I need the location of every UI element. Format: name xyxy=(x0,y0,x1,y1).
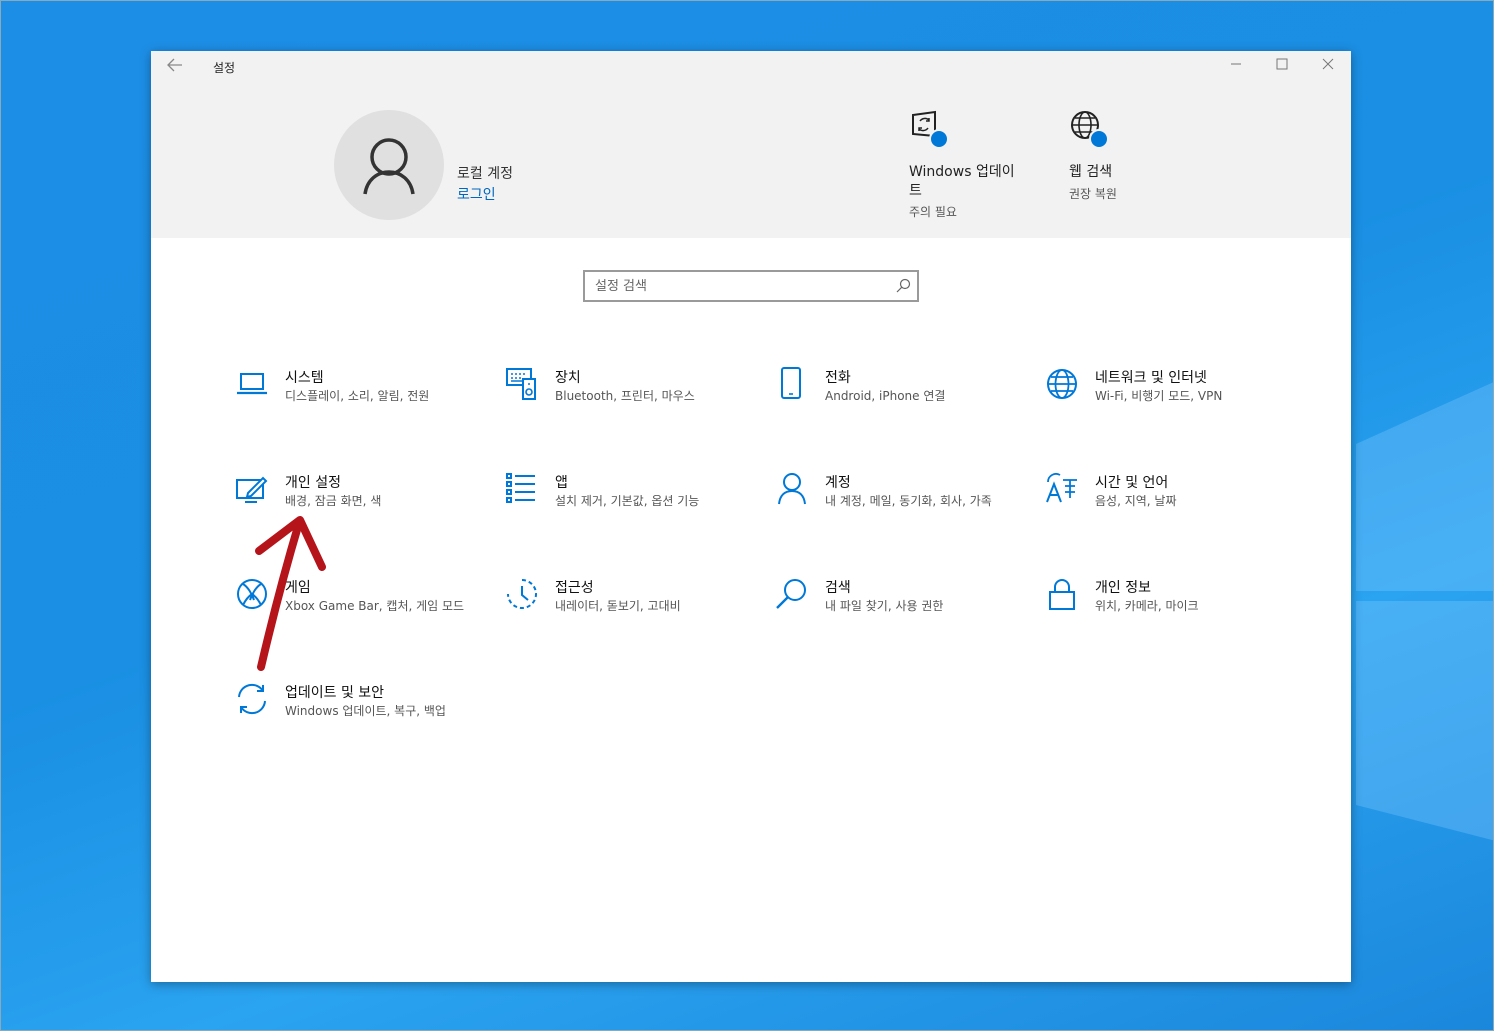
category-title: 전화 xyxy=(825,370,851,386)
category-gaming[interactable]: 게임 Xbox Game Bar, 캡처, 게임 모드 xyxy=(235,577,475,657)
windows-update-title: Windows 업데이트 xyxy=(909,164,1015,199)
category-desc: 내 계정, 메일, 동기화, 회사, 가족 xyxy=(825,494,992,508)
category-desc: 내레이터, 돋보기, 고대비 xyxy=(555,599,681,613)
category-title: 시스템 xyxy=(285,370,324,386)
language-icon xyxy=(1045,472,1079,506)
search-box xyxy=(583,270,919,302)
category-network[interactable]: 네트워크 및 인터넷 Wi-Fi, 비행기 모드, VPN xyxy=(1045,367,1285,447)
category-devices[interactable]: 장치 Bluetooth, 프린터, 마우스 xyxy=(505,367,745,447)
back-arrow-icon[interactable] xyxy=(163,57,187,77)
person-icon xyxy=(363,138,415,195)
category-title: 검색 xyxy=(825,580,851,596)
globe-icon xyxy=(1045,367,1079,401)
category-desc: Wi-Fi, 비행기 모드, VPN xyxy=(1095,389,1223,403)
title-bar: 설정 xyxy=(151,51,1351,83)
close-icon[interactable] xyxy=(1313,55,1343,79)
category-desc: Android, iPhone 연결 xyxy=(825,389,946,403)
web-search-tile[interactable]: 웹 검색 권장 복원 xyxy=(1069,109,1169,209)
category-phone[interactable]: 전화 Android, iPhone 연결 xyxy=(775,367,1015,447)
windows-logo-wallpaper xyxy=(1356,381,1493,841)
phone-icon xyxy=(775,367,809,401)
app-title: 설정 xyxy=(213,61,236,75)
category-desc: 디스플레이, 소리, 알림, 전원 xyxy=(285,389,430,403)
globe-icon xyxy=(1069,109,1109,149)
laptop-icon xyxy=(235,367,269,401)
category-update-security[interactable]: 업데이트 및 보안 Windows 업데이트, 복구, 백업 xyxy=(235,682,475,762)
category-time-language[interactable]: 시간 및 언어 음성, 지역, 날짜 xyxy=(1045,472,1285,552)
category-ease-of-access[interactable]: 접근성 내레이터, 돋보기, 고대비 xyxy=(505,577,745,657)
windows-update-tile[interactable]: Windows 업데이트 주의 필요 xyxy=(909,109,1029,219)
category-desc: Bluetooth, 프린터, 마우스 xyxy=(555,389,695,403)
login-link[interactable]: 로그인 xyxy=(457,184,496,204)
category-desc: Xbox Game Bar, 캡처, 게임 모드 xyxy=(285,599,465,613)
category-desc: 내 파일 찾기, 사용 권한 xyxy=(825,599,944,613)
category-title: 네트워크 및 인터넷 xyxy=(1095,370,1207,386)
paint-monitor-icon xyxy=(235,472,269,506)
web-search-status: 권장 복원 xyxy=(1069,187,1117,201)
settings-header: 설정 로컬 계정 로그인 Windows 업데이트 주의 필요 웹 검색 권장 … xyxy=(151,51,1351,238)
maximize-icon[interactable] xyxy=(1267,55,1297,79)
category-search[interactable]: 검색 내 파일 찾기, 사용 권한 xyxy=(775,577,1015,657)
category-title: 앱 xyxy=(555,475,568,491)
category-system[interactable]: 시스템 디스플레이, 소리, 알림, 전원 xyxy=(235,367,475,447)
apps-list-icon xyxy=(505,472,539,506)
category-personalization[interactable]: 개인 설정 배경, 잠금 화면, 색 xyxy=(235,472,475,552)
category-desc: 음성, 지역, 날짜 xyxy=(1095,494,1177,508)
keyboard-speaker-icon xyxy=(505,367,539,401)
search-icon xyxy=(775,577,809,611)
category-title: 게임 xyxy=(285,580,311,596)
category-title: 개인 정보 xyxy=(1095,580,1151,596)
minimize-icon[interactable] xyxy=(1221,55,1251,79)
category-apps[interactable]: 앱 설치 제거, 기본값, 옵션 기능 xyxy=(505,472,745,552)
category-title: 시간 및 언어 xyxy=(1095,475,1169,491)
category-title: 접근성 xyxy=(555,580,594,596)
person-icon xyxy=(775,472,809,506)
settings-window: 설정 로컬 계정 로그인 Windows 업데이트 주의 필요 웹 검색 권장 … xyxy=(151,51,1351,982)
search-icon[interactable] xyxy=(895,278,911,294)
ease-of-access-icon xyxy=(505,577,539,611)
account-type-label: 로컬 계정 xyxy=(457,166,513,182)
windows-update-icon xyxy=(909,109,949,149)
category-desc: 위치, 카메라, 마이크 xyxy=(1095,599,1199,613)
lock-icon xyxy=(1045,577,1079,611)
xbox-icon xyxy=(235,577,269,611)
sync-icon xyxy=(235,682,269,716)
avatar[interactable] xyxy=(334,110,444,220)
category-title: 계정 xyxy=(825,475,851,491)
category-desc: Windows 업데이트, 복구, 백업 xyxy=(285,704,446,718)
category-desc: 배경, 잠금 화면, 색 xyxy=(285,494,382,508)
web-search-title: 웹 검색 xyxy=(1069,164,1113,180)
category-desc: 설치 제거, 기본값, 옵션 기능 xyxy=(555,494,700,508)
category-privacy[interactable]: 개인 정보 위치, 카메라, 마이크 xyxy=(1045,577,1285,657)
search-input[interactable] xyxy=(585,272,885,300)
windows-update-status: 주의 필요 xyxy=(909,205,957,219)
category-accounts[interactable]: 계정 내 계정, 메일, 동기화, 회사, 가족 xyxy=(775,472,1015,552)
category-title: 장치 xyxy=(555,370,581,386)
category-title: 개인 설정 xyxy=(285,475,341,491)
category-title: 업데이트 및 보안 xyxy=(285,685,385,701)
